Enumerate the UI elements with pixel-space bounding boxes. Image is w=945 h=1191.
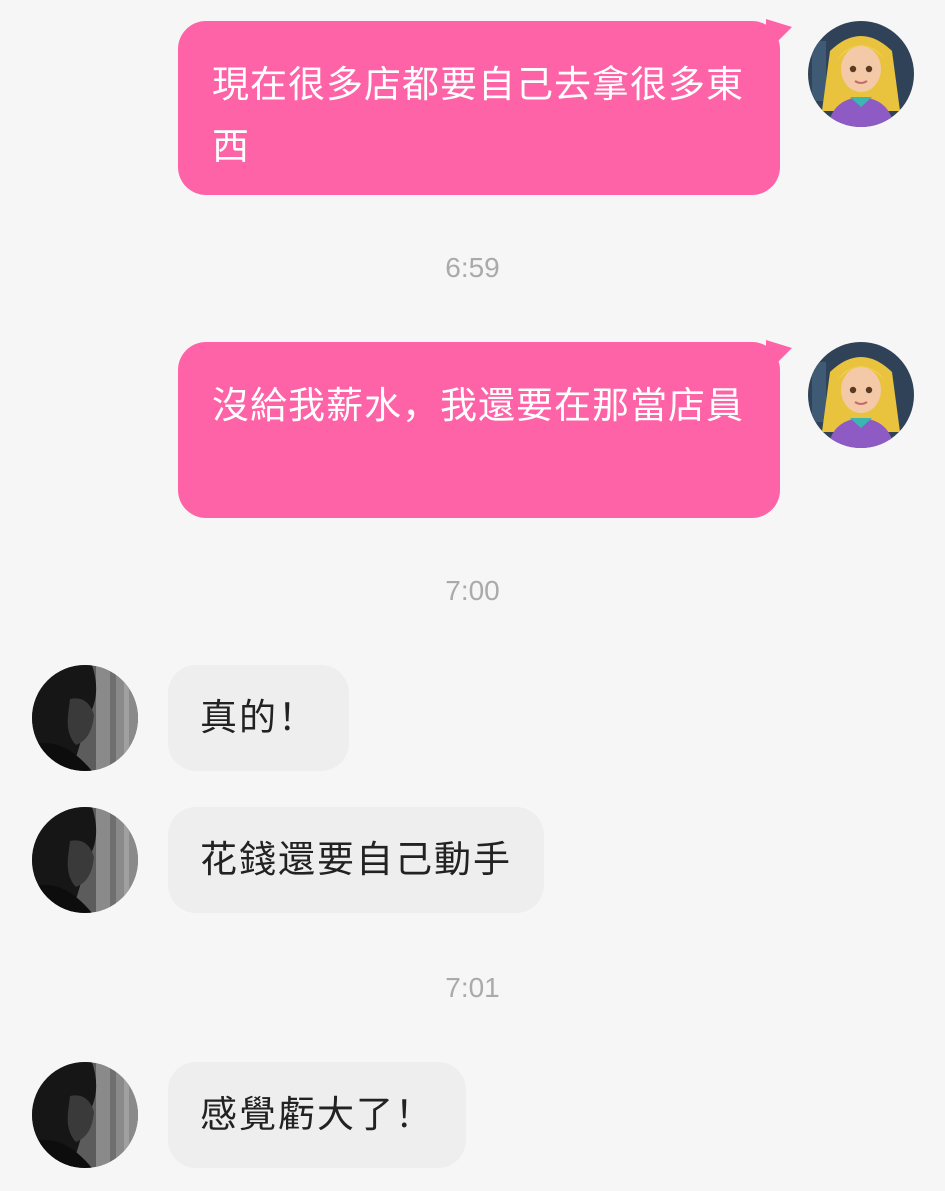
incoming-message[interactable]: 感覺虧大了！	[168, 1062, 466, 1168]
man-avatar[interactable]	[32, 807, 138, 913]
message-text: 真的！	[200, 696, 317, 739]
timestamp: 6:59	[445, 252, 500, 283]
man-avatar[interactable]	[32, 665, 138, 771]
outgoing-message[interactable]: 沒給我薪水，我還要在那當店員	[178, 342, 780, 518]
message-text: 感覺虧大了！	[200, 1093, 434, 1136]
message-text: 沒給我薪水，我還要在那當店員	[212, 384, 744, 427]
man-avatar[interactable]	[32, 1062, 138, 1168]
timestamp: 7:00	[445, 575, 500, 606]
man-avatar-image	[32, 807, 138, 913]
man-avatar-image	[32, 1062, 138, 1168]
girl-avatar[interactable]	[808, 21, 914, 127]
message-text: 現在很多店都要自己去拿很多東西	[212, 63, 744, 168]
incoming-message[interactable]: 真的！	[168, 665, 349, 771]
message-text: 花錢還要自己動手	[200, 838, 512, 881]
chat-thread[interactable]: 現在很多店都要自己去拿很多東西 6:59 沒給我薪水，我還要在那當店員 7:00	[0, 0, 945, 1191]
incoming-message[interactable]: 花錢還要自己動手	[168, 807, 544, 913]
outgoing-message[interactable]: 現在很多店都要自己去拿很多東西	[178, 21, 780, 195]
girl-avatar[interactable]	[808, 342, 914, 448]
man-avatar-image	[32, 665, 138, 771]
girl-avatar-image	[808, 342, 914, 448]
timestamp: 7:01	[445, 972, 500, 1003]
girl-avatar-image	[808, 21, 914, 127]
